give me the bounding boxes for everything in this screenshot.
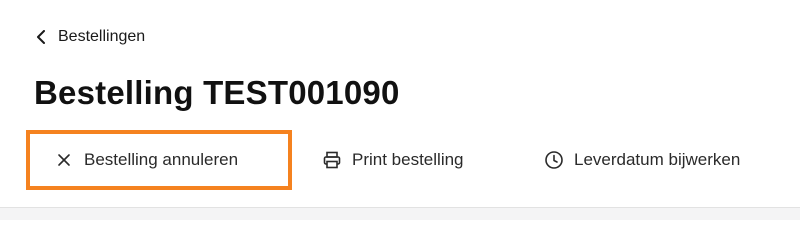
print-order-label: Print bestelling <box>352 150 464 169</box>
clock-icon <box>544 150 564 170</box>
action-toolbar: Bestelling annuleren Print bestelling Le… <box>0 130 800 190</box>
update-delivery-date-button[interactable]: Leverdatum bijwerken <box>544 130 740 190</box>
chevron-left-icon <box>34 29 48 45</box>
cancel-order-button[interactable]: Bestelling annuleren <box>26 130 292 190</box>
update-delivery-date-label: Leverdatum bijwerken <box>574 150 741 169</box>
printer-icon <box>322 150 342 170</box>
page-title: Bestelling TEST001090 <box>34 74 400 111</box>
cancel-order-label: Bestelling annuleren <box>84 150 239 169</box>
breadcrumb-label[interactable]: Bestellingen <box>58 28 145 46</box>
close-icon <box>54 150 74 170</box>
print-order-button[interactable]: Print bestelling <box>322 130 464 190</box>
breadcrumb[interactable]: Bestellingen <box>34 28 145 46</box>
content-area-top <box>0 208 800 220</box>
